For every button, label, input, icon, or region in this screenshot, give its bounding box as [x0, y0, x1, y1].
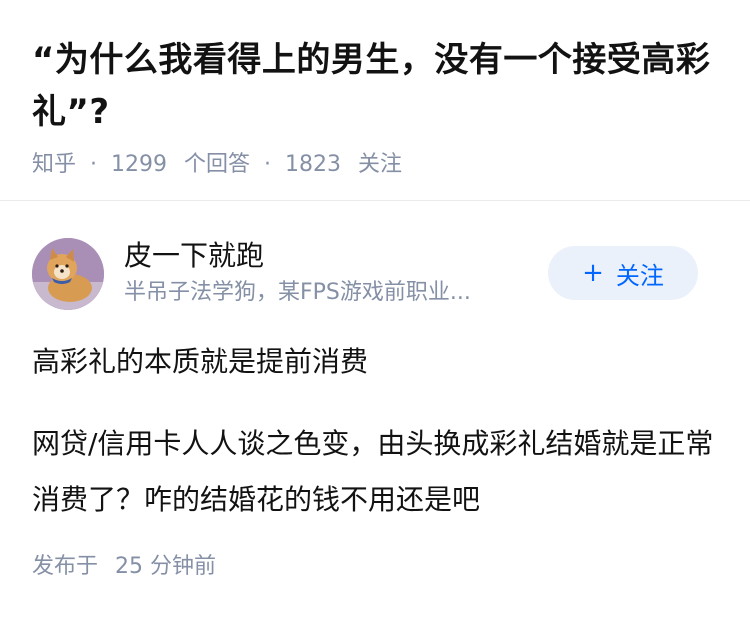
follow-button[interactable]: + 关注: [548, 246, 698, 300]
publish-prefix: 发布于: [32, 554, 99, 579]
question-header: “为什么我看得上的男生，没有一个接受高彩礼”? 知乎 · 1299 个回答 · …: [32, 0, 722, 180]
answer-paragraph: 网贷/信用卡人人谈之色变，由头换成彩礼结婚就是正常消费了？咋的结婚花的钱不用还是…: [32, 427, 714, 516]
section-divider: [0, 200, 750, 201]
answer-paragraph: 高彩礼的本质就是提前消费: [32, 345, 369, 378]
publish-time: 发布于 25 分钟前: [32, 552, 216, 582]
follows-count-label: 关注: [358, 152, 403, 177]
answers-count[interactable]: 1299 个回答: [111, 150, 250, 180]
publish-time-value: 25 分钟前: [115, 554, 217, 579]
follows-count: 1823 关注: [285, 150, 402, 180]
plus-icon: +: [582, 258, 604, 288]
answers-count-value: 1299: [111, 152, 168, 177]
meta-separator: ·: [264, 152, 272, 177]
source-label[interactable]: 知乎: [32, 150, 76, 180]
answer-author: 皮一下就跑 半吊子法学狗，某FPS游戏前职业... + 关注: [32, 238, 718, 310]
author-bio: 半吊子法学狗，某FPS游戏前职业...: [124, 280, 471, 305]
follows-count-value: 1823: [285, 152, 342, 177]
answer-content[interactable]: 高彩礼的本质就是提前消费 网贷/信用卡人人谈之色变，由头换成彩礼结婚就是正常消费…: [32, 334, 722, 528]
avatar[interactable]: [32, 238, 104, 310]
follow-button-label: 关注: [615, 261, 664, 290]
avatar-image: [32, 238, 104, 310]
question-title[interactable]: “为什么我看得上的男生，没有一个接受高彩礼”?: [32, 34, 722, 138]
answers-count-label: 个回答: [184, 152, 251, 177]
meta-separator: ·: [90, 152, 98, 177]
author-name[interactable]: 皮一下就跑: [124, 238, 264, 274]
question-meta: 知乎 · 1299 个回答 · 1823 关注: [32, 150, 722, 180]
